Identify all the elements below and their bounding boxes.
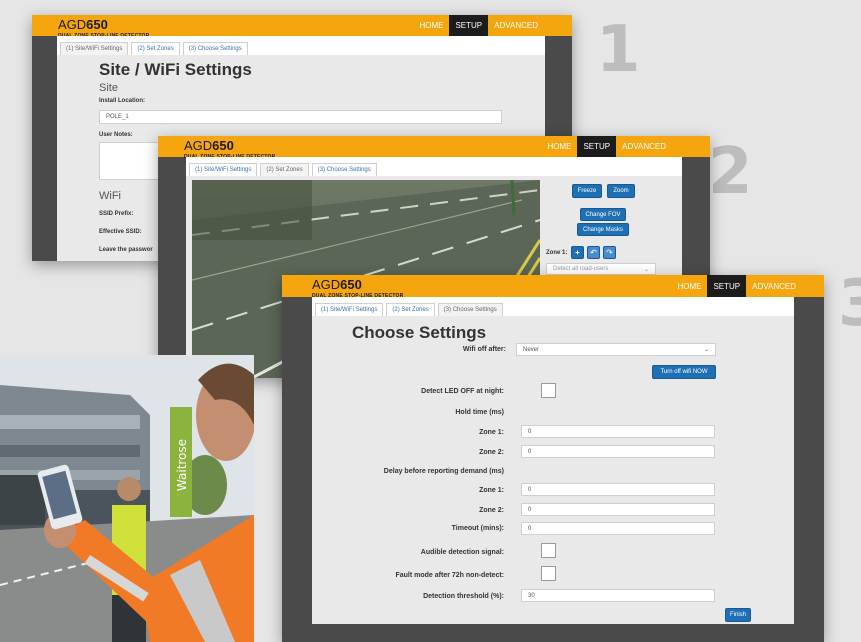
install-location-input[interactable]: POLE_1	[99, 110, 502, 124]
choose-settings-panel: (1) Site/WiFi Settings (2) Set Zones (3)…	[312, 297, 794, 624]
page-title: Choose Settings	[352, 323, 487, 342]
site-heading: Site	[99, 82, 118, 94]
hold-zone-2-label: Zone 2:	[479, 449, 504, 456]
main-nav: HOME SETUP ADVANCED	[671, 275, 802, 297]
wifi-off-after-label: Wifi off after:	[462, 346, 506, 353]
tab-set-zones[interactable]: (2) Set Zones	[386, 303, 435, 316]
tab-bar: (1) Site/WiFi Settings (2) Set Zones (3)…	[312, 297, 794, 316]
tab-choose-settings[interactable]: (3) Choose Settings	[182, 42, 248, 55]
step-number-1: 1	[596, 13, 641, 87]
effective-ssid-label: Effective SSID:	[99, 229, 142, 235]
tab-choose-settings[interactable]: (3) Choose Settings	[437, 303, 503, 316]
nav-home[interactable]: HOME	[671, 275, 707, 297]
wifi-off-after-select[interactable]: Never ⌄	[516, 343, 716, 356]
hold-zone-1-label: Zone 1:	[479, 429, 504, 436]
timeout-label: Timeout (mins):	[451, 525, 504, 532]
fault-mode-label: Fault mode after 72h non-detect:	[395, 572, 504, 579]
delay-zone-2-label: Zone 2:	[479, 507, 504, 514]
main-nav: HOME SETUP ADVANCED	[413, 15, 544, 36]
nav-setup[interactable]: SETUP	[707, 275, 747, 297]
nav-advanced[interactable]: ADVANCED	[746, 275, 802, 297]
tab-bar: (1) Site/WiFi Settings (2) Set Zones (3)…	[186, 157, 682, 176]
hold-zone-1-input[interactable]: 0	[521, 425, 715, 438]
delay-zone-2-input[interactable]: 0	[521, 503, 715, 516]
detect-select-value: Detect all road-users	[553, 266, 609, 272]
install-location-label: Install Location:	[99, 98, 146, 104]
hold-time-label: Hold time (ms)	[455, 409, 504, 416]
zoom-button[interactable]: Zoom	[607, 184, 635, 198]
wifi-heading: WiFi	[99, 190, 121, 202]
detect-road-users-select[interactable]: Detect all road-users ⌄	[546, 263, 656, 275]
tab-site-wifi[interactable]: (1) Site/WiFi Settings	[315, 303, 384, 316]
undo-button[interactable]: ↶	[587, 246, 600, 259]
page-title: Site / WiFi Settings	[99, 60, 252, 79]
zone-1-label: Zone 1:	[546, 250, 568, 256]
redo-button[interactable]: ↷	[603, 246, 616, 259]
tab-choose-settings[interactable]: (3) Choose Settings	[311, 163, 377, 176]
user-notes-label: User Notes:	[99, 132, 133, 138]
threshold-label: Detection threshold (%):	[423, 593, 504, 600]
nav-setup[interactable]: SETUP	[449, 15, 489, 36]
audible-label: Audible detection signal:	[420, 549, 504, 556]
field-photo: Waitrose	[0, 355, 254, 642]
nav-home[interactable]: HOME	[413, 15, 449, 36]
change-masks-button[interactable]: Change Masks	[577, 223, 629, 236]
tab-set-zones[interactable]: (2) Set Zones	[260, 163, 309, 176]
turn-off-wifi-button[interactable]: Turn off wifi NOW	[652, 365, 716, 379]
delay-zone-1-label: Zone 1:	[479, 487, 504, 494]
leave-password-text: Leave the passwor	[99, 247, 153, 253]
step-number-2: 2	[708, 135, 753, 209]
audible-checkbox[interactable]	[541, 543, 556, 558]
step-number-3: 3	[838, 267, 861, 341]
hold-zone-2-input[interactable]: 0	[521, 445, 715, 458]
tab-set-zones[interactable]: (2) Set Zones	[131, 42, 180, 55]
nav-advanced[interactable]: ADVANCED	[488, 15, 544, 36]
chevron-down-icon: ⌄	[643, 266, 649, 273]
tab-site-wifi[interactable]: (1) Site/WiFi Settings	[60, 42, 129, 55]
detect-led-off-checkbox[interactable]	[541, 383, 556, 398]
main-nav: HOME SETUP ADVANCED	[541, 136, 672, 157]
nav-advanced[interactable]: ADVANCED	[616, 136, 672, 157]
top-bar: AGD650 DUAL ZONE STOP-LINE DETECTOR HOME…	[158, 136, 710, 160]
top-bar: AGD650 DUAL ZONE STOP-LINE DETECTOR HOME…	[282, 275, 824, 299]
tab-site-wifi[interactable]: (1) Site/WiFi Settings	[189, 163, 258, 176]
add-zone-button[interactable]: +	[571, 246, 584, 259]
top-bar: AGD650 DUAL ZONE STOP-LINE DETECTOR HOME…	[32, 15, 572, 39]
tab-bar: (1) Site/WiFi Settings (2) Set Zones (3)…	[57, 36, 545, 55]
ssid-prefix-label: SSID Prefix:	[99, 211, 134, 217]
finish-button[interactable]: Finish	[725, 608, 751, 622]
delay-zone-1-input[interactable]: 0	[521, 483, 715, 496]
delay-before-label: Delay before reporting demand (ms)	[383, 468, 504, 475]
engineer-photo: Waitrose	[0, 355, 254, 642]
window-choose-settings: AGD650 DUAL ZONE STOP-LINE DETECTOR HOME…	[282, 275, 824, 642]
fault-mode-checkbox[interactable]	[541, 566, 556, 581]
threshold-input[interactable]: 30	[521, 589, 715, 602]
waitrose-sign: Waitrose	[175, 439, 189, 491]
change-fov-button[interactable]: Change FOV	[580, 208, 626, 221]
freeze-button[interactable]: Freeze	[572, 184, 602, 198]
detect-led-off-label: Detect LED OFF at night:	[421, 388, 504, 395]
nav-setup[interactable]: SETUP	[577, 136, 617, 157]
brand-logo: AGD650 DUAL ZONE STOP-LINE DETECTOR	[312, 277, 404, 299]
chevron-down-icon: ⌄	[703, 347, 709, 353]
timeout-input[interactable]: 0	[521, 522, 715, 535]
nav-home[interactable]: HOME	[541, 136, 577, 157]
wifi-off-after-value: Never	[523, 346, 540, 353]
